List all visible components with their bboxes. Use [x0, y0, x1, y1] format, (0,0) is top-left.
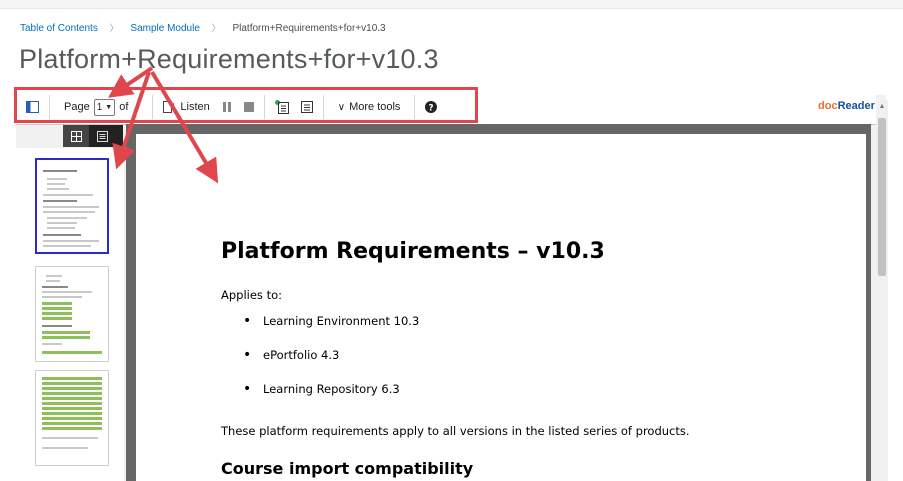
- page-label: Page: [64, 101, 90, 113]
- toolbar-divider: [322, 95, 324, 119]
- list-item: Learning Repository 6.3: [221, 382, 419, 416]
- help-button[interactable]: ?: [419, 95, 443, 119]
- reading-mode-button[interactable]: [269, 95, 295, 119]
- requirements-paragraph: These platform requirements apply to all…: [221, 424, 690, 438]
- viewer-toolbar: Page 1 ▼ of Listen ∨ More tools ?: [16, 90, 876, 125]
- docreader-logo-doc: doc: [818, 100, 838, 112]
- listen-label: Listen: [180, 101, 210, 113]
- chevron-down-icon: ∨: [337, 101, 346, 113]
- thumbnail-grid-button[interactable]: [63, 125, 89, 147]
- svg-text:?: ?: [429, 104, 434, 114]
- listen-button[interactable]: Listen: [157, 95, 215, 119]
- section-heading: Course import compatibility: [221, 459, 474, 478]
- text-view-icon: [300, 101, 313, 113]
- toolbar-divider: [49, 95, 50, 119]
- breadcrumb-sample-module[interactable]: Sample Module: [130, 23, 199, 34]
- sidebar-toggle-icon: [26, 101, 39, 113]
- toolbar-divider: [414, 95, 416, 119]
- page-select-value: 1: [96, 101, 103, 113]
- product-list: Learning Environment 10.3 ePortfolio 4.3…: [221, 314, 419, 416]
- breadcrumb-separator-icon: 〉: [211, 23, 221, 33]
- page-navigator: Page 1 ▼ of: [54, 95, 134, 119]
- text-view-button[interactable]: [295, 95, 319, 119]
- applies-to-label: Applies to:: [221, 288, 282, 302]
- reading-mode-icon: [274, 100, 289, 114]
- page-select[interactable]: 1 ▼: [93, 98, 116, 116]
- thumbnail-view-toggle: [63, 125, 123, 147]
- document-title: Platform Requirements – v10.3: [221, 239, 605, 264]
- page-of-label: of: [119, 101, 129, 113]
- breadcrumb: Table of Contents 〉 Sample Module 〉 Plat…: [20, 21, 386, 34]
- pause-button[interactable]: [216, 95, 238, 119]
- breadcrumb-current: Platform+Requirements+for+v10.3: [232, 23, 386, 34]
- list-item: ePortfolio 4.3: [221, 348, 419, 382]
- page-thumbnail-2[interactable]: [35, 266, 109, 362]
- thumbnail-panel: [16, 148, 124, 481]
- listen-icon: [163, 101, 175, 113]
- sidebar-toggle-button[interactable]: [20, 95, 45, 119]
- more-tools-button[interactable]: ∨ More tools: [328, 95, 411, 119]
- list-view-button[interactable]: [89, 125, 115, 147]
- pause-icon: [222, 102, 231, 112]
- toolbar-divider: [152, 95, 154, 119]
- top-bar: [0, 0, 903, 9]
- breadcrumb-separator-icon: 〉: [109, 23, 119, 33]
- dropdown-caret-icon: ▼: [105, 103, 113, 111]
- stop-icon: [243, 102, 254, 112]
- docreader-logo-reader: Reader: [837, 100, 875, 112]
- thumbnail-grid-icon: [70, 130, 82, 142]
- list-view-icon: [96, 130, 108, 142]
- list-item: Learning Environment 10.3: [221, 314, 419, 348]
- stop-button[interactable]: [238, 95, 260, 119]
- breadcrumb-table-of-contents[interactable]: Table of Contents: [20, 23, 98, 34]
- page-thumbnail-1[interactable]: [35, 158, 109, 254]
- document-scrollbar[interactable]: ▲: [876, 100, 888, 481]
- page-thumbnail-3[interactable]: [35, 370, 109, 466]
- scroll-up-icon[interactable]: ▲: [876, 100, 888, 112]
- more-tools-label: More tools: [349, 101, 401, 113]
- scroll-thumb[interactable]: [878, 118, 886, 276]
- document-page: Platform Requirements – v10.3 Applies to…: [136, 134, 866, 481]
- help-icon: ?: [425, 101, 438, 114]
- toolbar-divider: [263, 95, 265, 119]
- page-title: Platform+Requirements+for+v10.3: [19, 44, 439, 74]
